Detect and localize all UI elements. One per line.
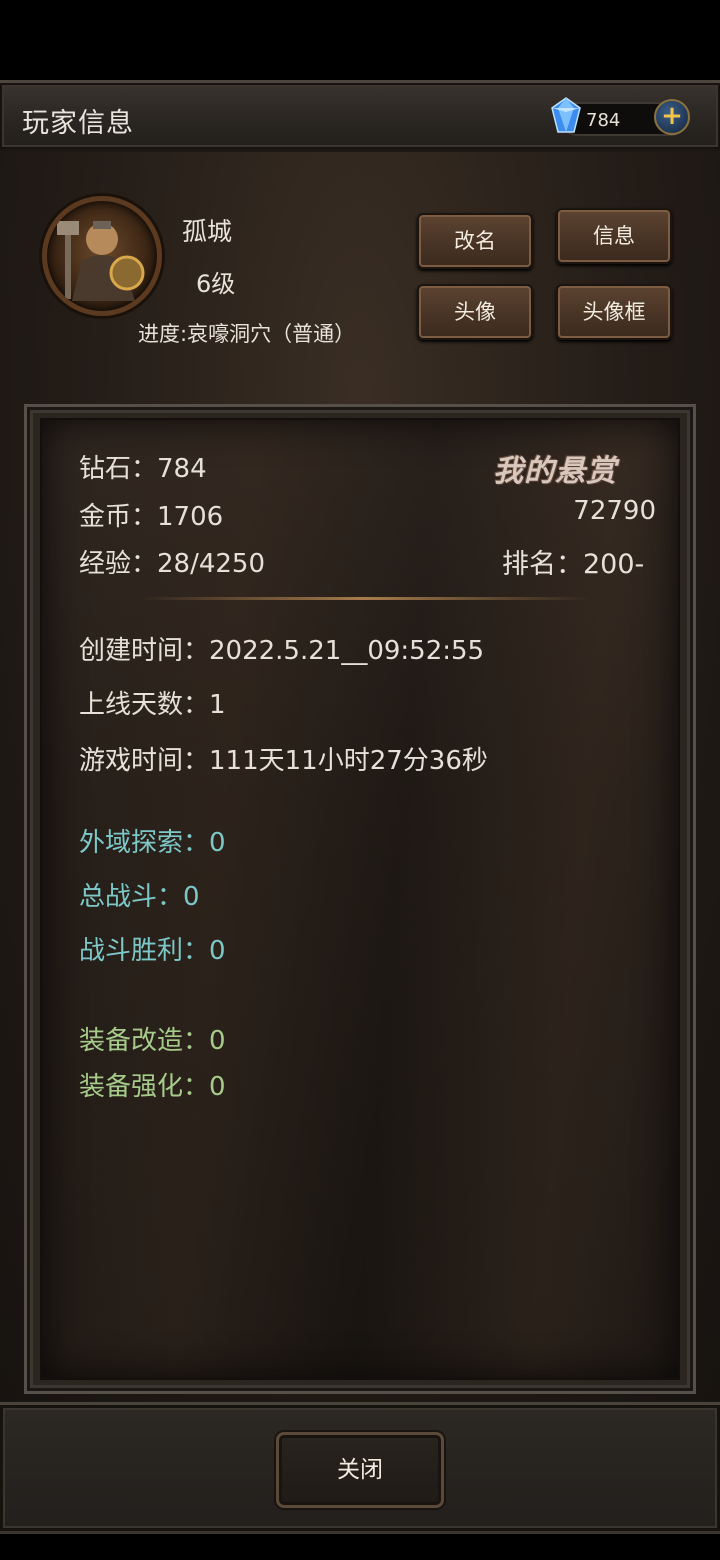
stat-exploration: 外域探索：0 xyxy=(79,828,226,858)
bounty-title[interactable]: 我的悬赏 xyxy=(493,446,617,490)
stat-play-time: 游戏时间：111天11小时27分36秒 xyxy=(79,746,488,776)
avatar-button[interactable]: 头像 xyxy=(417,284,533,340)
bounty-rank: 排名：200- xyxy=(502,549,645,580)
stat-battle-wins: 战斗胜利：0 xyxy=(79,936,226,966)
progress-text: 进度:哀嚎洞穴（普通） xyxy=(138,322,356,346)
player-name: 孤城 xyxy=(182,217,233,246)
rename-button[interactable]: 改名 xyxy=(417,213,533,269)
stat-created-time: 创建时间：2022.5.21__09:52:55 xyxy=(79,636,485,666)
stat-equip-modify: 装备改造：0 xyxy=(79,1026,226,1056)
page-title: 玩家信息 xyxy=(22,108,134,139)
stat-online-days: 上线天数：1 xyxy=(79,690,226,720)
player-info-screen: 玩家信息 784 + 孤城 6级 进度:哀嚎洞穴（普通） 改名 信息 头像 头像… xyxy=(0,0,720,1560)
warrior-portrait-icon xyxy=(57,221,145,301)
diamond-icon xyxy=(551,97,581,133)
stat-exp: 经验：28/4250 xyxy=(79,549,266,579)
info-button[interactable]: 信息 xyxy=(556,208,672,264)
stat-total-battles: 总战斗：0 xyxy=(79,882,200,912)
stat-diamond: 钻石：784 xyxy=(79,454,207,484)
close-button[interactable]: 关闭 xyxy=(276,1432,444,1508)
header-bar: 玩家信息 784 + xyxy=(0,80,720,152)
diamond-count: 784 xyxy=(586,110,621,131)
stat-gold: 金币：1706 xyxy=(79,502,224,532)
avatar xyxy=(42,196,162,316)
divider xyxy=(140,597,590,600)
avatar-frame-button[interactable]: 头像框 xyxy=(556,284,672,340)
player-level: 6级 xyxy=(196,270,236,298)
add-diamond-button[interactable]: + xyxy=(654,99,690,135)
stat-equip-enhance: 装备强化：0 xyxy=(79,1072,226,1102)
bounty-value: 72790 xyxy=(573,496,656,526)
